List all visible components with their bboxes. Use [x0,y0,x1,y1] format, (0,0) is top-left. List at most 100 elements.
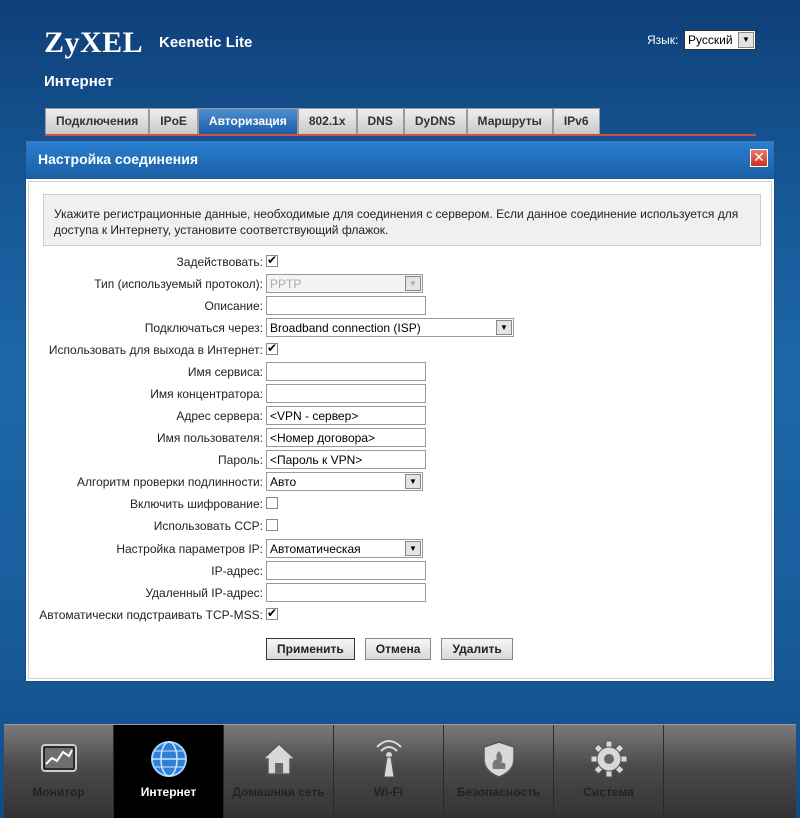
delete-button[interactable]: Удалить [441,638,513,660]
row-server: Адрес сервера: <VPN - сервер> [29,406,773,426]
username-input[interactable]: <Номер договора> [266,428,426,447]
tab-ipv6[interactable]: IPv6 [552,108,600,134]
server-address-input[interactable]: <VPN - сервер> [266,406,426,425]
dock-item-wifi[interactable]: Wi-Fi [334,725,444,818]
chevron-down-icon: ▼ [405,276,421,291]
tab-divider [45,134,756,136]
via-value: Broadband connection (ISP) [270,321,421,335]
description-label: Описание: [204,299,263,313]
tab-dns[interactable]: DNS [356,108,404,134]
encryption-label: Включить шифрование: [130,497,263,511]
close-icon: ✕ [753,149,765,165]
dock-label-system: Система [583,785,634,799]
apply-button[interactable]: Применить [266,638,355,660]
service-label: Имя сервиса: [187,365,263,379]
row-username: Имя пользователя: <Номер договора> [29,428,773,448]
dock-label-wifi: Wi-Fi [373,785,404,799]
row-enable: Задействовать: [29,252,773,272]
language-value: Русский [688,33,733,47]
dock-label-home-network: Домашняя сеть [232,785,325,799]
home-icon [261,742,297,775]
tab-8021x[interactable]: 802.1x [297,108,357,134]
concentrator-input[interactable] [266,384,426,403]
chevron-down-icon: ▼ [738,32,754,48]
row-ip: IP-адрес: [29,561,773,581]
globe-icon [151,741,187,777]
connection-settings-dialog: Настройка соединения ✕ Укажите регистрац… [25,140,775,682]
tab-authorization[interactable]: Авторизация [197,108,298,134]
type-label: Тип (используемый протокол): [94,277,263,291]
enable-label: Задействовать: [176,255,263,269]
ipsettings-value: Автоматическая [270,542,361,556]
row-ipsettings: Настройка параметров IP: Автоматическая ▼ [29,539,773,559]
row-internet: Использовать для выхода в Интернет: [29,340,773,360]
dock-item-internet[interactable]: Интернет [114,725,224,818]
tab-connections[interactable]: Подключения [45,108,150,134]
row-type: Тип (используемый протокол): PPTP ▼ [29,274,773,294]
protocol-select[interactable]: PPTP ▼ [266,274,423,293]
language-label: Язык: [647,33,679,47]
dock-item-security[interactable]: Безопасность [444,725,554,818]
tcpmss-label: Автоматически подстраивать TCP-MSS: [39,608,263,622]
row-tcpmss: Автоматически подстраивать TCP-MSS: [29,605,773,625]
encryption-checkbox[interactable] [266,497,278,509]
dialog-title-bar: Настройка соединения ✕ [26,141,774,179]
row-encryption: Включить шифрование: [29,494,773,514]
page-title: Интернет [44,73,114,90]
cancel-button[interactable]: Отмена [364,638,432,660]
username-label: Имя пользователя: [156,431,263,445]
row-remoteip: Удаленный IP-адрес: [29,583,773,603]
dock-item-home-network[interactable]: Домашняя сеть [224,725,334,818]
description-input[interactable] [266,296,426,315]
dock-label-internet: Интернет [140,785,197,799]
concentrator-label: Имя концентратора: [150,387,263,401]
monitor-icon [41,744,77,772]
remoteip-label: Удаленный IP-адрес: [145,586,263,600]
internet-checkbox[interactable] [266,341,278,355]
row-auth: Алгоритм проверки подлинности: Авто ▼ [29,472,773,492]
ccp-checkbox[interactable] [266,519,278,531]
close-button[interactable]: ✕ [750,149,768,167]
password-label: Пароль: [218,453,263,467]
dock-item-monitor[interactable]: Монитор [4,725,114,818]
bottom-dock: Монитор Интернет Домашняя сеть Wi-Fi Без… [4,724,796,818]
via-select[interactable]: Broadband connection (ISP) ▼ [266,318,514,337]
chevron-down-icon: ▼ [405,541,421,556]
dialog-title: Настройка соединения [38,151,199,167]
tab-routes[interactable]: Маршруты [466,108,553,134]
service-name-input[interactable] [266,362,426,381]
auth-select[interactable]: Авто ▼ [266,472,423,491]
model-name: Keenetic Lite [159,34,253,51]
wifi-icon [376,740,402,778]
gear-icon [590,740,628,778]
tab-ipoe[interactable]: IPoE [149,108,198,134]
header: ZyXEL Keenetic Lite Язык: Русский ▼ Инте… [0,0,800,140]
row-service: Имя сервиса: [29,362,773,382]
tab-bar: Подключения IPoE Авторизация 802.1x DNS … [45,108,600,134]
ip-address-input[interactable] [266,561,426,580]
remote-ip-input[interactable] [266,583,426,602]
language-select[interactable]: Русский ▼ [684,30,756,50]
dock-item-system[interactable]: Система [554,725,664,818]
enable-checkbox[interactable] [266,253,278,267]
internet-label: Использовать для выхода в Интернет: [48,343,263,357]
ip-settings-select[interactable]: Автоматическая ▼ [266,539,423,558]
chevron-down-icon: ▼ [496,320,512,335]
protocol-value: PPTP [270,277,302,291]
row-ccp: Использовать CCP: [29,516,773,536]
via-label: Подключаться через: [144,321,263,335]
auth-value: Авто [270,475,297,489]
dock-spacer [664,725,796,818]
dialog-body: Укажите регистрационные данные, необходи… [28,181,772,679]
dock-label-security: Безопасность [456,785,541,799]
tcpmss-checkbox[interactable] [266,606,278,620]
dock-label-monitor: Монитор [32,785,85,799]
tab-dydns[interactable]: DyDNS [403,108,467,134]
row-description: Описание: [29,296,773,316]
row-concentrator: Имя концентратора: [29,384,773,404]
auth-label: Алгоритм проверки подлинности: [76,475,263,489]
password-input[interactable]: <Пароль к VPN> [266,450,426,469]
chevron-down-icon: ▼ [405,474,421,489]
server-label: Адрес сервера: [176,409,263,423]
ipsettings-label: Настройка параметров IP: [116,542,263,556]
